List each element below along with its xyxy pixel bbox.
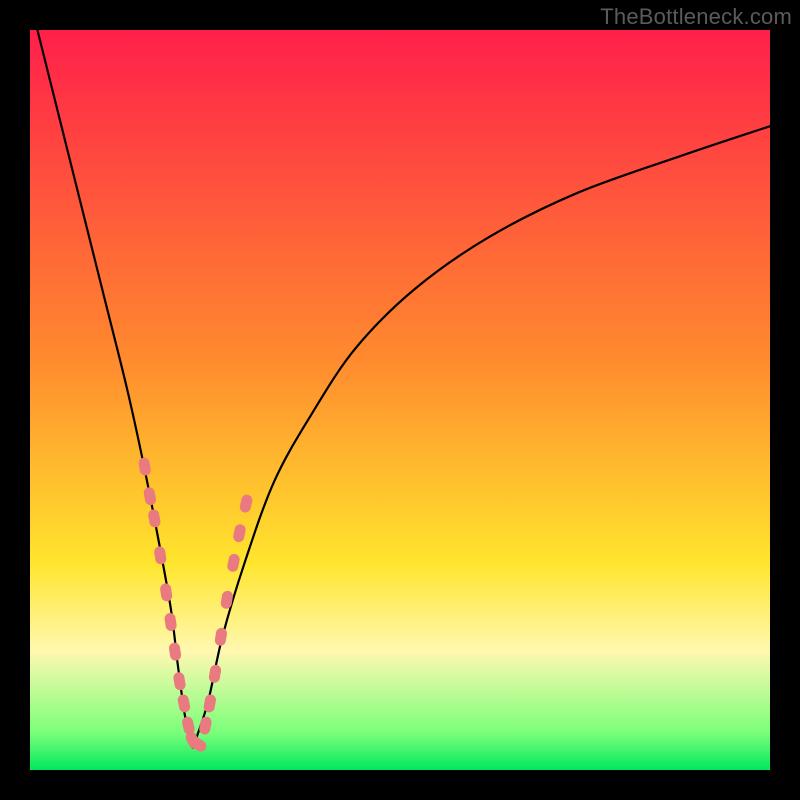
bead — [232, 523, 247, 543]
bead — [159, 583, 173, 602]
plot-area — [30, 30, 770, 770]
bead — [177, 693, 191, 713]
bead — [208, 664, 222, 684]
bead — [214, 627, 228, 647]
beads-right — [198, 494, 253, 736]
left-branch-curve — [37, 30, 192, 748]
bead — [198, 716, 212, 736]
bead — [168, 642, 182, 661]
curve-layer — [30, 30, 770, 770]
bead — [138, 457, 152, 477]
chart-frame: TheBottleneck.com — [0, 0, 800, 800]
watermark-text: TheBottleneck.com — [600, 4, 792, 30]
bead — [153, 546, 167, 566]
bead — [164, 612, 178, 631]
bead — [143, 486, 157, 506]
bead — [226, 553, 240, 573]
bead — [173, 671, 187, 691]
bead — [239, 494, 254, 514]
beads-left — [138, 457, 209, 754]
right-branch-curve — [193, 126, 770, 748]
bead — [147, 509, 161, 529]
